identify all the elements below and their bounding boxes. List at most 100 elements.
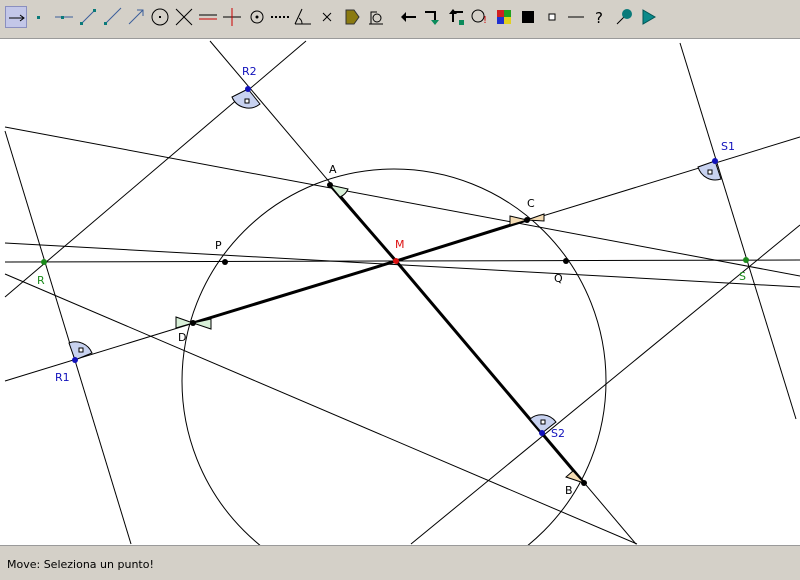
segment-tool[interactable] <box>77 6 99 28</box>
point-s1[interactable] <box>712 158 718 164</box>
status-text: Move: Seleziona un punto! <box>7 558 154 571</box>
right-angle-dot-r1 <box>78 347 84 353</box>
right-angle-dot-s2 <box>540 419 546 425</box>
pin-tool[interactable] <box>613 6 635 28</box>
intersection-icon <box>175 8 193 26</box>
intersection-tool[interactable] <box>173 6 195 28</box>
line-r-b[interactable] <box>4 273 638 545</box>
angle-marker-b <box>565 470 586 485</box>
point-r1[interactable] <box>72 357 78 363</box>
measure-tool[interactable] <box>365 6 387 28</box>
point-s[interactable] <box>743 257 749 263</box>
label-p: P <box>215 239 222 252</box>
vector-icon <box>128 9 144 25</box>
point-c[interactable] <box>524 217 530 223</box>
status-bar: Move: Seleziona un punto! <box>0 546 800 580</box>
line-icon <box>55 16 73 19</box>
palette-icon <box>497 10 511 24</box>
label-q: Q <box>554 272 563 285</box>
pin-icon <box>616 9 632 25</box>
svg-text:!: ! <box>483 15 487 26</box>
label-a: A <box>329 163 337 176</box>
label-r: R <box>37 274 45 287</box>
step-tool[interactable] <box>445 6 467 28</box>
black-color-tool[interactable] <box>517 6 539 28</box>
segment-icon <box>80 9 96 25</box>
step-back-icon <box>425 11 439 25</box>
circle[interactable] <box>181 168 607 546</box>
svg-text:?: ? <box>595 9 603 27</box>
label-s: S <box>739 270 746 283</box>
point-tool[interactable] <box>28 6 50 28</box>
line-s1[interactable] <box>679 42 797 420</box>
macro-tool[interactable]: ! <box>469 6 491 28</box>
undo-tool[interactable] <box>397 6 419 28</box>
dotted-line-tool[interactable] <box>269 6 291 28</box>
point-d[interactable] <box>190 320 196 326</box>
point-r[interactable] <box>41 259 47 265</box>
question-icon: ? <box>595 9 603 27</box>
right-angle-dot-s1 <box>707 169 713 175</box>
perpendicular-icon <box>223 8 241 26</box>
line-style-tool[interactable] <box>565 6 587 28</box>
perpendicular-tool[interactable] <box>221 6 243 28</box>
label-c: C <box>527 197 535 210</box>
geometry-figure[interactable]: R2 A C S1 P M Q R S D R1 S2 B <box>0 38 800 546</box>
circle-icon <box>151 8 169 26</box>
point-s2[interactable] <box>539 430 545 436</box>
vector-tool[interactable] <box>125 6 147 28</box>
measure-icon <box>369 11 383 25</box>
point-b[interactable] <box>581 480 587 486</box>
angle-icon <box>294 8 311 25</box>
delete-icon <box>322 12 332 22</box>
fill-tool[interactable] <box>341 6 363 28</box>
macro-icon: ! <box>471 9 487 26</box>
parallel-tool[interactable] <box>197 6 219 28</box>
half-line-icon <box>104 7 122 25</box>
half-line-tool[interactable] <box>101 6 123 28</box>
play-icon <box>642 9 656 25</box>
angle-marker-a <box>328 184 349 198</box>
line-tool[interactable] <box>53 6 75 28</box>
right-angle-dot-r2 <box>244 98 250 104</box>
line-a-s[interactable] <box>4 126 800 277</box>
small-square-icon <box>548 13 556 21</box>
point-icon <box>37 16 40 19</box>
toolbar: ! ? <box>0 0 800 36</box>
fill-tag-icon <box>345 9 360 25</box>
label-s2: S2 <box>551 427 565 440</box>
point-r2[interactable] <box>245 86 251 92</box>
point-a[interactable] <box>327 182 333 188</box>
color-tool[interactable] <box>493 6 515 28</box>
parallel-icon <box>199 14 217 20</box>
line-r1[interactable] <box>4 130 132 545</box>
midpoint-icon <box>250 10 264 24</box>
dotted-line-icon <box>271 16 289 18</box>
segment-md[interactable] <box>192 259 397 325</box>
black-square-icon <box>522 11 534 23</box>
label-m: M <box>395 238 405 251</box>
delete-tool[interactable] <box>316 6 338 28</box>
drawing-canvas[interactable]: R2 A C S1 P M Q R S D R1 S2 B <box>0 38 800 546</box>
label-r2: R2 <box>242 65 257 78</box>
segment-mb[interactable] <box>394 260 586 484</box>
move-tool[interactable] <box>5 6 27 28</box>
label-b: B <box>565 484 573 497</box>
point-p[interactable] <box>222 259 228 265</box>
point-m[interactable] <box>393 258 399 264</box>
label-s1: S1 <box>721 140 735 153</box>
line-r-r2[interactable] <box>4 40 307 298</box>
step-forward-icon <box>449 9 464 25</box>
line-style-icon <box>568 16 584 18</box>
segment-mc[interactable] <box>395 218 528 263</box>
circle-tool[interactable] <box>149 6 171 28</box>
play-tool[interactable] <box>637 6 659 28</box>
point-style-tool[interactable] <box>541 6 563 28</box>
angle-tool[interactable] <box>292 6 314 28</box>
redo-tool[interactable] <box>421 6 443 28</box>
help-tool[interactable]: ? <box>589 6 611 28</box>
point-q[interactable] <box>563 258 569 264</box>
label-d: D <box>178 331 186 344</box>
move-arrow-icon <box>9 14 25 22</box>
midpoint-tool[interactable] <box>246 6 268 28</box>
